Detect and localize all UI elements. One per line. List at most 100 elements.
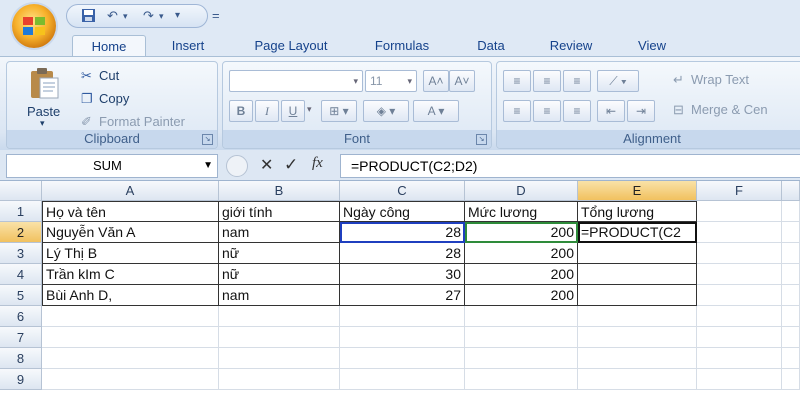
grow-font-button[interactable]: A˄	[423, 70, 449, 92]
cell[interactable]: Tổng lương	[578, 201, 697, 222]
redo-dropdown-icon[interactable]: ▾	[159, 8, 164, 24]
row-header[interactable]: 1	[0, 201, 42, 222]
cell[interactable]	[697, 369, 782, 390]
paste-dropdown-icon[interactable]: ▾	[40, 118, 45, 129]
formula-input[interactable]: =PRODUCT(C2;D2)	[340, 154, 800, 178]
font-launcher-icon[interactable]: ↘	[476, 134, 487, 145]
active-cell[interactable]: =PRODUCT(C2	[578, 222, 697, 243]
borders-button[interactable]: ⊞ ▾	[321, 100, 357, 122]
cell[interactable]	[578, 285, 697, 306]
row-header[interactable]: 9	[0, 369, 42, 390]
row-header[interactable]: 5	[0, 285, 42, 306]
cell[interactable]	[578, 369, 697, 390]
cell[interactable]	[578, 348, 697, 369]
font-size-select[interactable]: 11 ▾	[365, 70, 417, 92]
cell[interactable]: nam	[219, 285, 340, 306]
cell[interactable]: nam	[219, 222, 340, 243]
tab-view[interactable]: View	[626, 35, 678, 56]
orientation-button[interactable]: ⟋ ▾	[597, 70, 639, 92]
cell[interactable]	[465, 306, 578, 327]
cell[interactable]	[578, 306, 697, 327]
column-header[interactable]: B	[219, 181, 340, 201]
shrink-font-button[interactable]: A˅	[449, 70, 475, 92]
cell[interactable]: Lý Thị B	[42, 243, 219, 264]
font-size-dropdown-icon[interactable]: ▾	[407, 71, 412, 91]
name-box-dropdown-icon[interactable]: ▼	[203, 155, 213, 177]
cell[interactable]	[697, 264, 782, 285]
office-button[interactable]	[12, 4, 56, 48]
undo-icon[interactable]: ↶	[107, 8, 118, 24]
cell[interactable]: Ngày công	[340, 201, 465, 222]
tab-home[interactable]: Home	[72, 35, 146, 57]
align-middle-button[interactable]: ≡	[533, 70, 561, 92]
cell[interactable]: Nguyễn Văn A	[42, 222, 219, 243]
tab-data[interactable]: Data	[466, 35, 516, 56]
customize-qat-icon[interactable]: =	[212, 8, 220, 23]
cell[interactable]	[340, 369, 465, 390]
column-header[interactable]: A	[42, 181, 219, 201]
cell[interactable]	[42, 348, 219, 369]
underline-dropdown-icon[interactable]: ▾	[307, 104, 312, 115]
cell[interactable]	[782, 285, 800, 306]
wrap-text-button[interactable]: ↵ Wrap Text	[673, 70, 749, 90]
cell[interactable]	[219, 348, 340, 369]
clipboard-launcher-icon[interactable]: ↘	[202, 134, 213, 145]
undo-dropdown-icon[interactable]: ▾	[123, 8, 128, 24]
row-header[interactable]: 2	[0, 222, 42, 243]
bold-button[interactable]: B	[229, 100, 253, 122]
cell[interactable]	[465, 327, 578, 348]
cell[interactable]	[340, 327, 465, 348]
tab-review[interactable]: Review	[540, 35, 602, 56]
cell[interactable]	[782, 201, 800, 222]
cell[interactable]	[340, 348, 465, 369]
cell[interactable]	[697, 285, 782, 306]
cell[interactable]	[42, 369, 219, 390]
cell[interactable]: Bùi Anh D,	[42, 285, 219, 306]
row-header[interactable]: 6	[0, 306, 42, 327]
fill-color-button[interactable]: ◈ ▾	[363, 100, 409, 122]
cell[interactable]	[465, 369, 578, 390]
tab-page-layout[interactable]: Page Layout	[236, 35, 346, 56]
cell[interactable]	[340, 306, 465, 327]
tab-insert[interactable]: Insert	[160, 35, 216, 56]
cell[interactable]	[782, 327, 800, 348]
align-left-button[interactable]: ≡	[503, 100, 531, 122]
cell[interactable]	[782, 243, 800, 264]
insert-function-icon[interactable]: fx	[312, 155, 323, 172]
column-header[interactable]: F	[697, 181, 782, 201]
row-header[interactable]: 7	[0, 327, 42, 348]
cell[interactable]: giới tính	[219, 201, 340, 222]
cell[interactable]: Mức lương	[465, 201, 578, 222]
cell[interactable]	[782, 369, 800, 390]
column-header[interactable]: C	[340, 181, 465, 201]
formula-bar-resize-handle[interactable]	[226, 155, 248, 177]
cell[interactable]	[697, 327, 782, 348]
cell-c2-range[interactable]: 28	[340, 222, 465, 243]
copy-button[interactable]: ❐ Copy	[81, 89, 129, 109]
cell[interactable]	[465, 348, 578, 369]
cell[interactable]	[697, 201, 782, 222]
cell[interactable]: 28	[340, 243, 465, 264]
font-name-select[interactable]: ▾	[229, 70, 363, 92]
font-name-dropdown-icon[interactable]: ▾	[353, 71, 358, 91]
redo-icon[interactable]: ↷	[143, 8, 154, 24]
worksheet-grid[interactable]: A B C D E F 1 Họ và tên giới tính Ngày công Mức lư…	[0, 181, 800, 400]
align-top-button[interactable]: ≡	[503, 70, 531, 92]
cell[interactable]: 200	[465, 285, 578, 306]
cell[interactable]: Họ và tên	[42, 201, 219, 222]
cell[interactable]: nữ	[219, 243, 340, 264]
align-right-button[interactable]: ≡	[563, 100, 591, 122]
cell[interactable]	[219, 327, 340, 348]
row-header[interactable]: 3	[0, 243, 42, 264]
name-box[interactable]: SUM ▼	[6, 154, 218, 178]
select-all-corner[interactable]	[0, 181, 42, 201]
cell[interactable]	[578, 264, 697, 285]
cut-button[interactable]: ✂ Cut	[81, 66, 119, 86]
underline-button[interactable]: U	[281, 100, 305, 122]
format-painter-button[interactable]: ✐ Format Painter	[81, 112, 185, 132]
save-icon[interactable]	[81, 8, 96, 23]
cell[interactable]	[219, 306, 340, 327]
cell[interactable]	[578, 327, 697, 348]
cancel-entry-icon[interactable]: ✕	[260, 155, 273, 175]
column-header[interactable]	[782, 181, 800, 201]
